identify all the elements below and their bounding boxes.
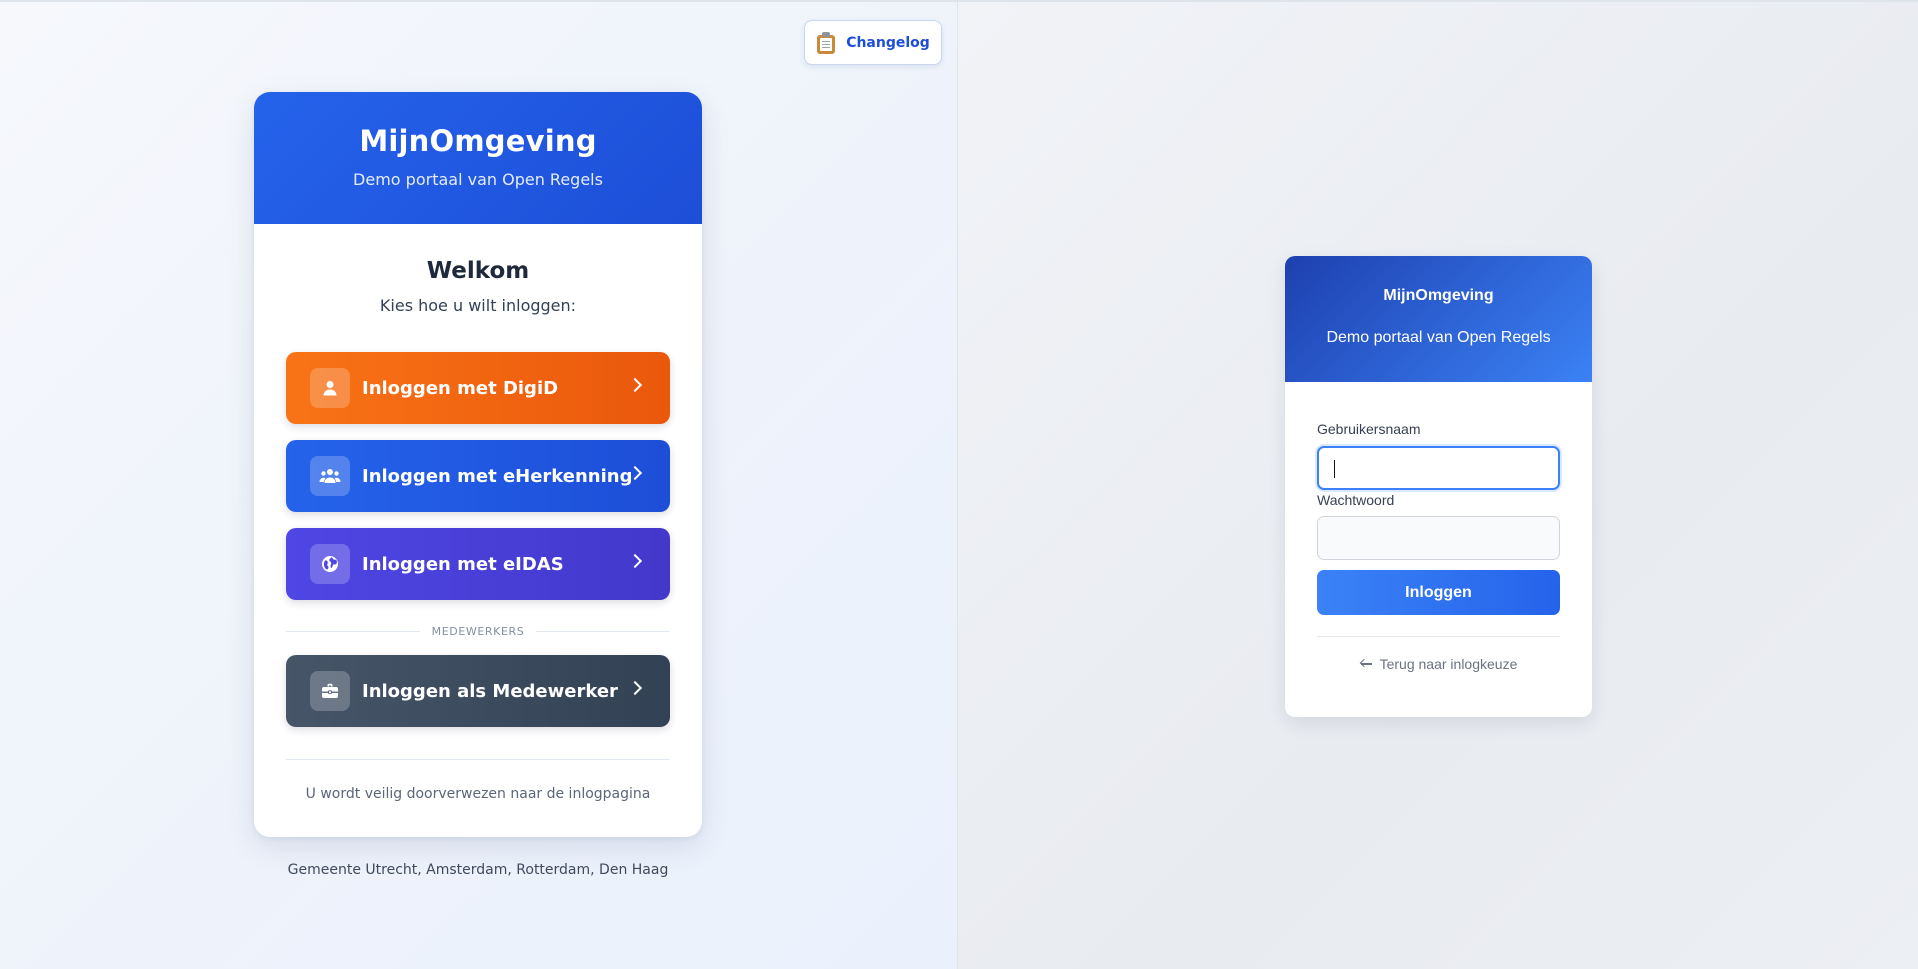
welcome-heading: Welkom: [426, 258, 530, 284]
login-form-header: MijnOmgeving Demo portaal van Open Regel…: [1285, 256, 1592, 382]
municipalities-footer: Gemeente Utrecht, Amsterdam, Rotterdam, …: [287, 862, 669, 878]
back-link-label: Terug naar inlogkeuze: [1379, 656, 1518, 672]
employee-login-button[interactable]: Inloggen als Medewerker: [286, 655, 670, 727]
employees-separator: MEDEWERKERS: [286, 624, 671, 638]
chevron-right-icon: [627, 553, 643, 569]
globe-icon: [310, 544, 350, 584]
login-choice-card: MijnOmgeving Demo portaal van Open Regel…: [254, 92, 702, 837]
digid-login-button[interactable]: Inloggen met DigiD: [286, 352, 670, 424]
chevron-right-icon: [627, 680, 643, 696]
text-caret: [1334, 460, 1335, 478]
password-label: Wachtwoord: [1317, 492, 1395, 508]
login-form-subtitle: Demo portaal van Open Regels: [1326, 329, 1551, 346]
login-submit-button[interactable]: Inloggen: [1317, 570, 1560, 615]
card-header: MijnOmgeving Demo portaal van Open Regel…: [254, 92, 702, 224]
login-prompt: Kies hoe u wilt inloggen:: [379, 296, 577, 315]
briefcase-icon: [310, 671, 350, 711]
user-icon: [310, 368, 350, 408]
login-form-title: MijnOmgeving: [1383, 287, 1494, 304]
changelog-label: Changelog: [846, 34, 930, 51]
username-input[interactable]: [1317, 446, 1560, 490]
chevron-right-icon: [627, 377, 643, 393]
clipboard-icon: [816, 31, 836, 54]
eidas-login-label: Inloggen met eIDAS: [362, 553, 564, 575]
changelog-button[interactable]: Changelog: [804, 20, 942, 65]
username-label: Gebruikersnaam: [1317, 421, 1421, 437]
secure-redirect-note: U wordt veilig doorverwezen naar de inlo…: [305, 786, 651, 802]
digid-login-label: Inloggen met DigiD: [362, 377, 559, 399]
separator-label: MEDEWERKERS: [431, 624, 525, 638]
eidas-login-button[interactable]: Inloggen met eIDAS: [286, 528, 670, 600]
arrow-left-icon: [1359, 658, 1372, 669]
users-icon: [310, 456, 350, 496]
employee-login-label: Inloggen als Medewerker: [362, 680, 618, 702]
eherkenning-login-button[interactable]: Inloggen met eHerkenning: [286, 440, 670, 512]
password-input[interactable]: [1317, 516, 1560, 560]
portal-subtitle: Demo portaal van Open Regels: [353, 170, 603, 189]
back-to-login-choice-link[interactable]: Terug naar inlogkeuze: [1285, 656, 1592, 672]
eherkenning-login-label: Inloggen met eHerkenning: [362, 465, 633, 487]
divider: [286, 759, 670, 760]
portal-title: MijnOmgeving: [359, 124, 597, 158]
divider: [1317, 636, 1560, 637]
login-form-card: MijnOmgeving Demo portaal van Open Regel…: [1285, 256, 1592, 717]
